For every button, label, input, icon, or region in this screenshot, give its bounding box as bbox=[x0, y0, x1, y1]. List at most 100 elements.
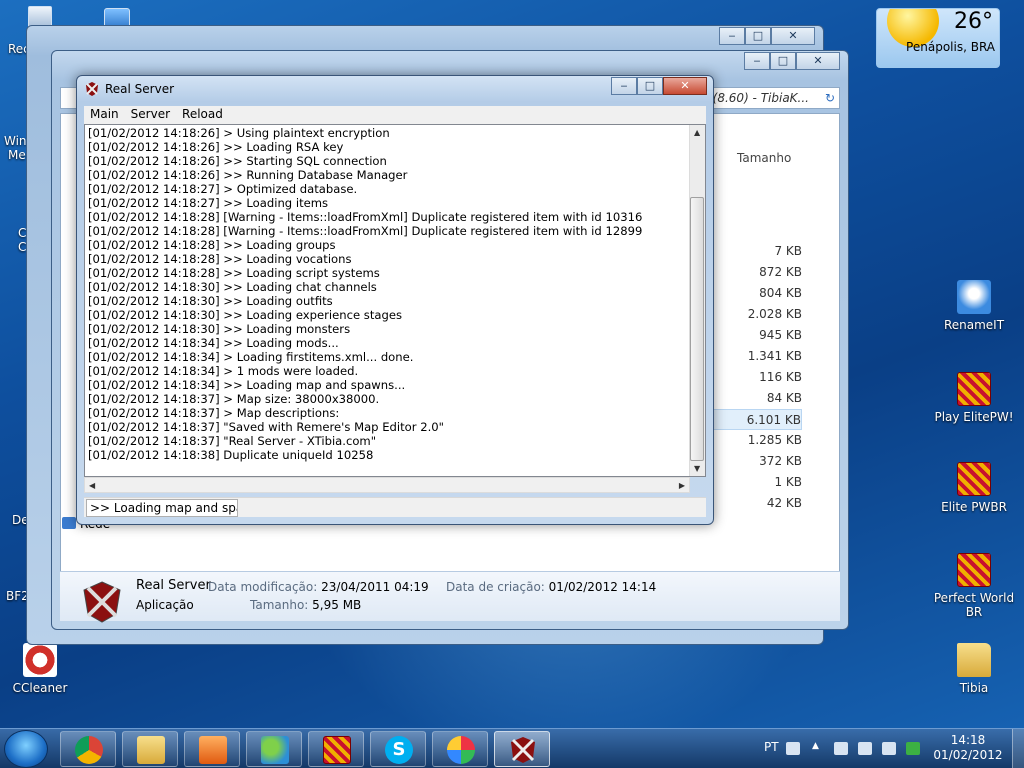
taskbar-chrome[interactable] bbox=[60, 731, 116, 767]
file-size-list: 7 KB 872 KB 804 KB 2.028 KB 945 KB 1.341… bbox=[702, 241, 802, 514]
desktop-icon-perfect-world[interactable]: Perfect World BR bbox=[929, 553, 1019, 619]
close-button[interactable]: ✕ bbox=[796, 52, 840, 70]
scroll-down-icon[interactable]: ▼ bbox=[694, 464, 700, 473]
file-size[interactable]: 1 KB bbox=[702, 472, 802, 493]
show-hidden-icons[interactable]: ▲ bbox=[812, 741, 820, 754]
taskbar-paint[interactable] bbox=[432, 731, 488, 767]
file-size-selected[interactable]: 6.101 KB bbox=[702, 409, 802, 430]
desktop-icon-label: Perfect World BR bbox=[933, 591, 1015, 619]
log-line: [01/02/2012 14:18:26] >> Loading RSA key bbox=[88, 140, 344, 154]
taskbar: S PT ▲ 14:18 01/02/2012 bbox=[0, 728, 1024, 768]
chrome-icon bbox=[75, 736, 103, 764]
ccleaner-icon bbox=[23, 643, 57, 677]
log-line: [01/02/2012 14:18:27] > Optimized databa… bbox=[88, 182, 358, 196]
menu-server[interactable]: Server bbox=[125, 106, 176, 124]
log-output[interactable]: [01/02/2012 14:18:26] > Using plaintext … bbox=[84, 124, 706, 477]
log-line: [01/02/2012 14:18:37] "Saved with Remere… bbox=[88, 420, 444, 434]
desktop-label-partial[interactable]: Me bbox=[8, 148, 26, 162]
log-line: [01/02/2012 14:18:37] > Map descriptions… bbox=[88, 406, 340, 420]
file-size[interactable]: 1.285 KB bbox=[702, 430, 802, 451]
scroll-right-icon[interactable]: ▶ bbox=[679, 481, 685, 490]
log-line: [01/02/2012 14:18:28] >> Loading vocatio… bbox=[88, 252, 352, 266]
taskbar-elitepw[interactable] bbox=[308, 731, 364, 767]
details-size-label: Tamanho: bbox=[250, 598, 309, 612]
weather-location: Penápolis, BRA bbox=[906, 40, 995, 54]
close-button[interactable]: ✕ bbox=[663, 77, 707, 95]
renameit-icon bbox=[957, 280, 991, 314]
close-button[interactable]: ✕ bbox=[771, 27, 815, 45]
horizontal-scrollbar[interactable]: ◀ ▶ bbox=[84, 477, 690, 493]
details-pane: Real Server Aplicação Data modificação: … bbox=[60, 571, 840, 623]
log-line: [01/02/2012 14:18:30] >> Loading experie… bbox=[88, 308, 403, 322]
menu-reload[interactable]: Reload bbox=[176, 106, 229, 124]
taskbar-real-server[interactable] bbox=[494, 731, 550, 767]
network-tray-icon[interactable] bbox=[858, 742, 872, 755]
taskbar-skype[interactable]: S bbox=[370, 731, 426, 767]
details-created: Data de criação: 01/02/2012 14:14 bbox=[446, 580, 656, 594]
file-size[interactable]: 42 KB bbox=[702, 493, 802, 514]
menu-main[interactable]: Main bbox=[84, 106, 125, 124]
minimize-button[interactable]: ‒ bbox=[719, 27, 745, 45]
maximize-button[interactable]: □ bbox=[745, 27, 771, 45]
scroll-left-icon[interactable]: ◀ bbox=[89, 481, 95, 490]
refresh-icon[interactable]: ↻ bbox=[825, 91, 835, 105]
log-line: [01/02/2012 14:18:34] >> Loading map and… bbox=[88, 378, 406, 392]
maximize-button[interactable]: □ bbox=[770, 52, 796, 70]
log-line: [01/02/2012 14:18:37] "Real Server - XTi… bbox=[88, 434, 377, 448]
language-indicator[interactable]: PT bbox=[764, 740, 779, 754]
vertical-scrollbar[interactable]: ▲ ▼ bbox=[689, 125, 705, 476]
log-lines: [01/02/2012 14:18:26] > Using plaintext … bbox=[85, 125, 705, 462]
real-server-window[interactable]: Real Server ‒ □ ✕ Main Server Reload [01… bbox=[76, 75, 714, 525]
file-size[interactable]: 2.028 KB bbox=[702, 304, 802, 325]
window-caption-buttons: ‒ □ ✕ bbox=[744, 52, 840, 70]
file-size[interactable]: 872 KB bbox=[702, 262, 802, 283]
start-button[interactable] bbox=[4, 730, 48, 768]
desktop-icon-play-elitepw[interactable]: Play ElitePW! bbox=[929, 372, 1019, 424]
window-caption-buttons: ‒ □ ✕ bbox=[719, 27, 815, 45]
clock-date: 01/02/2012 bbox=[933, 748, 1003, 762]
scroll-up-icon[interactable]: ▲ bbox=[694, 128, 700, 137]
file-size[interactable]: 1.341 KB bbox=[702, 346, 802, 367]
log-line: [01/02/2012 14:18:34] >> Loading mods... bbox=[88, 336, 339, 350]
desktop-icon-label: Tibia bbox=[959, 681, 989, 695]
scroll-thumb[interactable] bbox=[690, 197, 704, 461]
file-size[interactable]: 804 KB bbox=[702, 283, 802, 304]
show-desktop-button[interactable] bbox=[1012, 729, 1024, 768]
details-modified: Data modificação: 23/04/2011 04:19 bbox=[208, 580, 429, 594]
window-title: Real Server bbox=[105, 82, 175, 96]
desktop-icon-ccleaner[interactable]: CCleaner bbox=[0, 643, 85, 695]
file-size[interactable]: 372 KB bbox=[702, 451, 802, 472]
desktop-icon-tibia[interactable]: Tibia bbox=[929, 643, 1019, 695]
weather-gadget[interactable]: 26° Penápolis, BRA bbox=[876, 8, 1000, 68]
taskbar-messenger[interactable] bbox=[246, 731, 302, 767]
log-line: [01/02/2012 14:18:34] > Loading firstite… bbox=[88, 350, 414, 364]
details-type: Aplicação bbox=[136, 598, 194, 612]
minimize-button[interactable]: ‒ bbox=[744, 52, 770, 70]
file-size[interactable]: 7 KB bbox=[702, 241, 802, 262]
desktop-label-partial[interactable]: Win bbox=[4, 134, 27, 148]
desktop-icon-label: Elite PWBR bbox=[941, 500, 1007, 514]
desktop-icon-elite-pwbr[interactable]: Elite PWBR bbox=[929, 462, 1019, 514]
taskbar-explorer[interactable] bbox=[122, 731, 178, 767]
log-line: [01/02/2012 14:18:27] >> Loading items bbox=[88, 196, 329, 210]
minimize-button[interactable]: ‒ bbox=[611, 77, 637, 95]
keyboard-icon[interactable] bbox=[786, 742, 800, 755]
desktop-icon-renameit[interactable]: RenameIT bbox=[929, 280, 1019, 332]
clock[interactable]: 14:18 01/02/2012 bbox=[930, 733, 1006, 763]
maximize-button[interactable]: □ bbox=[637, 77, 663, 95]
details-size: Tamanho: 5,95 MB bbox=[250, 598, 361, 612]
volume-icon[interactable] bbox=[882, 742, 896, 755]
taskbar-media[interactable] bbox=[184, 731, 240, 767]
file-size[interactable]: 116 KB bbox=[702, 367, 802, 388]
action-center-flag-icon[interactable] bbox=[834, 742, 848, 755]
paint-icon bbox=[447, 736, 475, 764]
details-name: Real Server bbox=[136, 578, 211, 593]
log-line: [01/02/2012 14:18:28] [Warning - Items::… bbox=[88, 210, 643, 224]
log-line: [01/02/2012 14:18:28] >> Loading groups bbox=[88, 238, 336, 252]
file-size[interactable]: 84 KB bbox=[702, 388, 802, 409]
file-size[interactable]: 945 KB bbox=[702, 325, 802, 346]
security-check-icon[interactable] bbox=[906, 742, 920, 755]
column-header-size[interactable]: Tamanho bbox=[737, 151, 791, 165]
folder-icon bbox=[137, 736, 165, 764]
real-server-icon bbox=[83, 581, 121, 623]
